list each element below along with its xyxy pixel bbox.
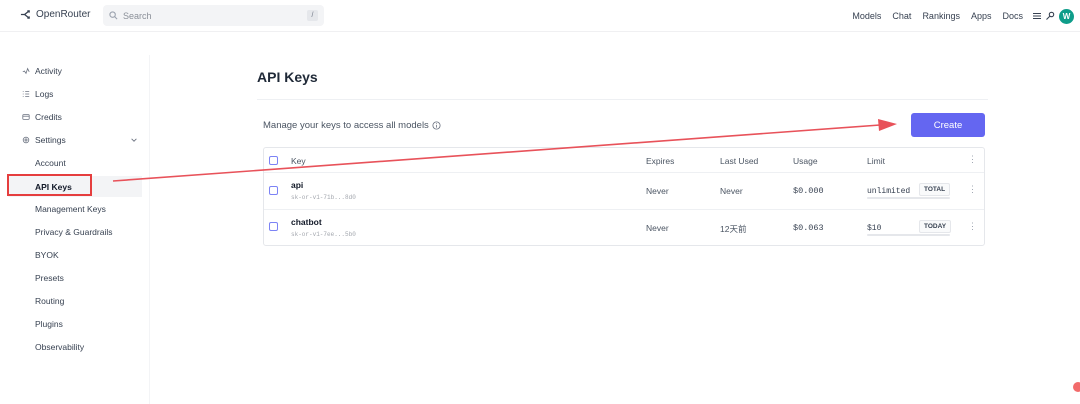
row-checkbox[interactable] [269,186,278,195]
page-subtitle: Manage your keys to access all models [263,120,441,131]
key-name[interactable]: api [291,180,303,190]
avatar[interactable]: W [1059,8,1074,24]
header-more-icon[interactable]: ⋮ [968,154,977,165]
select-all-checkbox[interactable] [269,156,278,165]
search-box[interactable]: / [103,5,324,26]
corner-widget-dot[interactable] [1073,382,1080,392]
header-usage: Usage [793,156,818,166]
top-nav: Models Chat Rankings Apps Docs W [852,0,1080,32]
limit-progress-bar [867,197,950,199]
row-more-icon[interactable]: ⋮ [968,221,977,232]
row-divider [264,172,984,173]
header-limit: Limit [867,156,885,166]
key-limit[interactable]: $10 TODAY [867,220,952,236]
key-last-used: 12天前 [720,224,747,234]
limit-badge: TODAY [919,220,952,233]
title-divider [257,99,988,100]
header-key: Key [291,156,306,166]
key-mask: sk-or-v1-71b...8d0 [291,194,356,201]
openrouter-logo-icon [20,10,30,19]
create-button[interactable]: Create [911,113,985,137]
key-limit-value: unlimited [867,187,911,196]
nav-chat[interactable]: Chat [892,11,911,21]
limit-progress-bar [867,234,950,236]
header-last-used: Last Used [720,156,759,166]
api-keys-table: Key Expires Last Used Usage Limit ⋮ api … [263,147,985,246]
search-input[interactable] [123,10,303,21]
top-bar: OpenRouter / Models Chat Rankings Apps D… [0,0,1080,32]
search-icon [109,11,118,20]
sidebar-divider [0,55,150,404]
brand-logo[interactable]: OpenRouter [20,9,90,20]
row-divider [264,209,984,210]
nav-apps[interactable]: Apps [971,11,992,21]
key-limit[interactable]: unlimited TOTAL [867,183,951,199]
nav-docs[interactable]: Docs [1002,11,1023,21]
search-shortcut: / [307,10,318,21]
key-expires: Never [646,186,669,196]
nav-models[interactable]: Models [852,11,881,21]
key-usage: $0.063 [793,223,824,233]
key-usage: $0.000 [793,186,824,196]
key-mask: sk-or-v1-7ee...5b0 [291,231,356,238]
page-title: API Keys [257,69,318,85]
menu-icon[interactable] [1032,11,1042,21]
info-icon[interactable] [432,121,441,130]
row-checkbox[interactable] [269,222,278,231]
header-expires: Expires [646,156,675,166]
row-more-icon[interactable]: ⋮ [968,184,977,195]
key-name[interactable]: chatbot [291,217,322,227]
key-last-used: Never [720,186,743,196]
limit-badge: TOTAL [919,183,951,196]
key-limit-value: $10 [867,224,882,233]
key-icon[interactable] [1045,11,1055,21]
page-subtitle-text: Manage your keys to access all models [263,120,429,131]
key-expires: Never [646,223,669,233]
brand-name: OpenRouter [36,9,91,20]
nav-rankings[interactable]: Rankings [922,11,960,21]
